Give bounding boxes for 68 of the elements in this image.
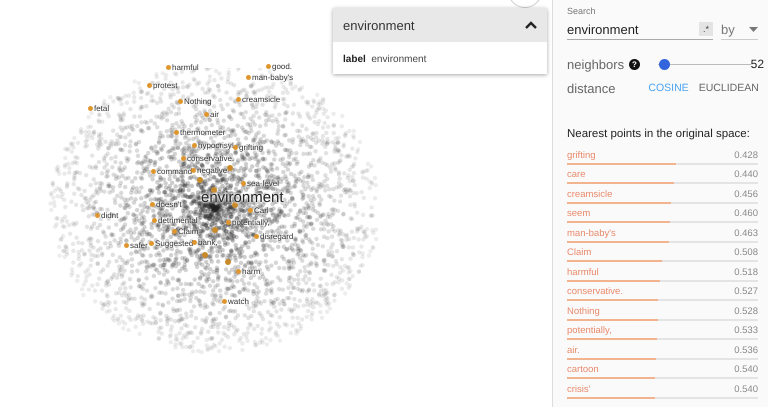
point-label: harmful xyxy=(166,63,199,73)
point-label: safer xyxy=(124,241,148,251)
point-label: doesn't xyxy=(150,200,182,210)
neighbor-word[interactable]: man-baby's xyxy=(567,228,616,238)
distance-option[interactable]: EUCLIDEAN xyxy=(694,80,764,96)
search-label: Search xyxy=(567,6,597,16)
point-label: fetal xyxy=(88,104,110,114)
distance-value: 0.528 xyxy=(734,306,758,316)
nearest-title: Nearest points in the original space: xyxy=(567,128,751,140)
search-field[interactable]: environment .* xyxy=(567,19,713,40)
point-label: Carl xyxy=(248,206,269,216)
card-header[interactable]: environment xyxy=(333,8,547,42)
distance-option[interactable]: COSINE xyxy=(643,80,694,96)
point-label: conservative. xyxy=(181,154,234,164)
distance-value: 0.533 xyxy=(734,325,758,336)
distance-value: 0.527 xyxy=(734,286,758,297)
point-label: hypocrisy! xyxy=(192,141,234,151)
distance-label: distance xyxy=(567,80,616,96)
slider-thumb[interactable] xyxy=(659,58,670,70)
point-label: protest xyxy=(147,81,178,91)
point-label: man-baby's xyxy=(246,73,294,83)
point-label: Nothing xyxy=(178,97,212,107)
card-title: environment xyxy=(343,18,415,32)
dropdown-caret-icon xyxy=(749,26,758,32)
distance-value: 0.540 xyxy=(734,364,758,375)
point-label: thermometer xyxy=(174,128,226,138)
point-label: command xyxy=(151,167,192,177)
point-label: air xyxy=(204,110,219,120)
neighbor-word[interactable]: seem xyxy=(567,208,590,219)
neighbor-word[interactable]: cartoon xyxy=(567,364,599,375)
point-label: sea-level xyxy=(241,179,280,189)
distance-value: 0.428 xyxy=(734,150,758,160)
neighbor-word[interactable]: air. xyxy=(567,344,580,356)
point-label: bank, xyxy=(192,238,218,248)
neighbor-word[interactable]: harmful xyxy=(567,266,599,278)
distance-value: 0.518 xyxy=(734,266,758,278)
neighbor-word[interactable]: care xyxy=(567,169,586,180)
point-label: Claim xyxy=(172,227,198,237)
neighbor-word[interactable]: crisis' xyxy=(567,384,590,394)
distance-value: 0.463 xyxy=(734,228,758,238)
neighbor-word[interactable]: Nothing xyxy=(567,306,600,316)
point-label: detrimental xyxy=(152,216,198,226)
neighbor-word[interactable]: creamsicle xyxy=(567,188,612,200)
point-label: harm xyxy=(236,267,260,277)
distance-value: 0.456 xyxy=(734,188,758,200)
neighbor-word[interactable]: grifting xyxy=(567,150,596,160)
label-property: label environment xyxy=(343,54,426,65)
point-label: didnt xyxy=(95,211,118,221)
point-label: negative xyxy=(191,166,228,176)
by-dropdown[interactable]: by xyxy=(721,19,758,40)
neighbors-label: neighbors xyxy=(567,56,624,72)
distance-value: 0.536 xyxy=(734,344,758,356)
neighbor-word[interactable]: conservative. xyxy=(567,286,623,297)
point-label: creamsicle xyxy=(236,95,280,105)
point-label: good. xyxy=(266,62,292,72)
point-label: grifting xyxy=(233,143,264,153)
help-icon[interactable]: ? xyxy=(629,58,640,70)
neighbor-word[interactable]: Claim xyxy=(567,247,592,258)
point-label: watch xyxy=(222,297,249,307)
distance-value: 0.460 xyxy=(734,208,758,219)
distance-value: 0.440 xyxy=(734,169,758,180)
distance-value: 0.508 xyxy=(734,247,758,258)
regex-toggle[interactable]: .* xyxy=(698,22,713,36)
point-label: disregard xyxy=(254,232,294,242)
distance-value: 0.540 xyxy=(734,384,758,394)
point-label: Suggested xyxy=(149,239,194,249)
neighbor-word[interactable]: potentially, xyxy=(567,325,612,336)
neighbors-value: 52 xyxy=(750,57,764,71)
